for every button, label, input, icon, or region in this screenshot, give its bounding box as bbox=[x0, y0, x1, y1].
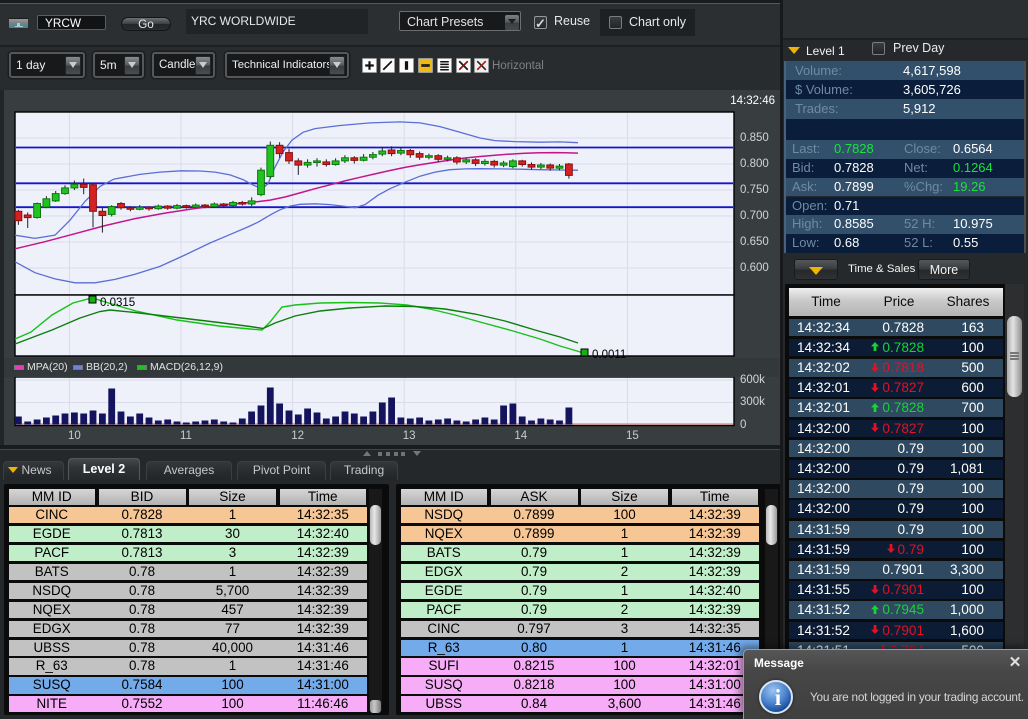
svg-text:0.0315: 0.0315 bbox=[100, 297, 135, 309]
